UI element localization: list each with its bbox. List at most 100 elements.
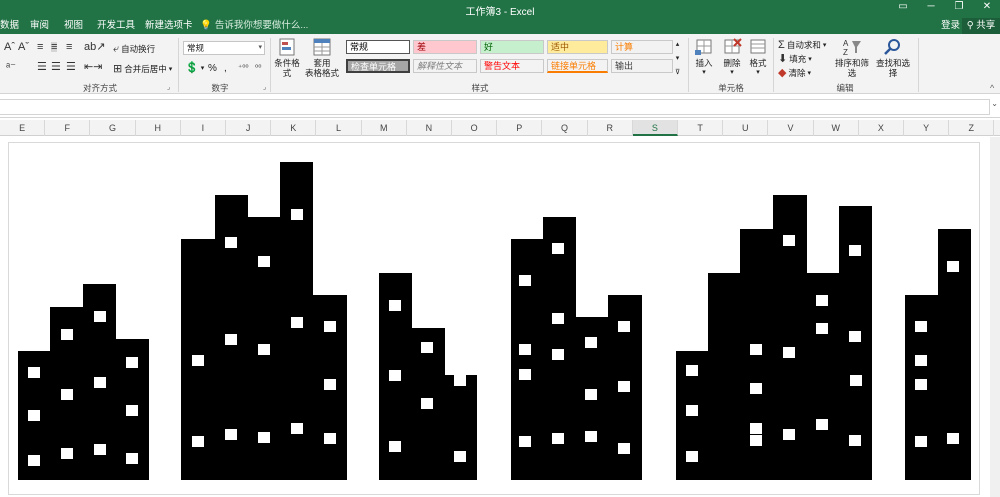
column-header-u[interactable]: U <box>723 120 769 136</box>
wrap-text-icon: ⤶ <box>113 43 120 55</box>
decrease-font-button[interactable]: Aˇ <box>18 42 29 53</box>
indent-button[interactable]: ⇤⇥ <box>84 62 102 73</box>
insert-button[interactable]: 插入 ▾ <box>692 38 716 78</box>
ribbon-display-options-icon[interactable]: ▭ <box>896 1 910 12</box>
cell-style-0[interactable]: 常规 <box>346 40 410 54</box>
close-icon[interactable]: ✕ <box>980 1 994 12</box>
editing-group-label: 编辑 <box>836 83 854 93</box>
chevron-down-icon: ▾ <box>168 66 173 73</box>
decrease-decimal-button[interactable]: ⁰⁰ <box>255 63 261 73</box>
find-select-button[interactable]: 查找和选择 <box>872 38 914 78</box>
column-header-f[interactable]: F <box>45 120 91 136</box>
share-button[interactable]: ⚲ 共享 <box>962 18 1000 34</box>
column-header-l[interactable]: L <box>316 120 362 136</box>
column-header-y[interactable]: Y <box>904 120 950 136</box>
conditional-format-button[interactable]: 条件格式 <box>272 38 302 78</box>
column-header-v[interactable]: V <box>768 120 814 136</box>
cell-style-3[interactable]: 适中 <box>547 40 608 54</box>
building-window <box>947 433 959 444</box>
column-header-q[interactable]: Q <box>542 120 588 136</box>
number-format-value: 常规 <box>187 43 205 53</box>
cell-style-9[interactable]: 输出 <box>611 59 673 73</box>
column-header-e[interactable]: E <box>0 120 46 136</box>
alignment-launcher-icon[interactable]: ⌟ <box>167 83 170 91</box>
cell-style-4[interactable]: 计算 <box>611 40 673 54</box>
column-header-o[interactable]: O <box>452 120 498 136</box>
autosum-button[interactable]: Σ 自动求和 ▾ <box>778 39 826 51</box>
column-header-z[interactable]: Z <box>949 120 995 136</box>
column-header-p[interactable]: P <box>497 120 543 136</box>
building-window <box>783 429 795 440</box>
tab-review[interactable]: 审阅 <box>30 18 49 34</box>
column-header-m[interactable]: M <box>362 120 407 136</box>
group-divider <box>178 38 179 92</box>
column-header-h[interactable]: H <box>136 120 181 136</box>
expand-formula-bar-icon[interactable]: ⌄ <box>991 99 998 108</box>
building-window <box>61 329 73 340</box>
increase-decimal-button[interactable]: ⁺⁰⁰ <box>238 63 249 73</box>
cell-style-7[interactable]: 警告文本 <box>480 59 544 73</box>
cell-style-2[interactable]: 好 <box>480 40 544 54</box>
align-left-button[interactable]: ☰ <box>37 62 47 73</box>
fill-down-icon: ⬇ <box>778 53 788 65</box>
tab-new[interactable]: 新建选项卡 <box>145 18 193 34</box>
gallery-scroll[interactable]: ▴ ▾ ⊽ <box>675 40 680 76</box>
cell-style-8[interactable]: 链接单元格 <box>547 59 608 73</box>
column-header-i[interactable]: I <box>181 120 226 136</box>
format-as-table-button[interactable]: 套用 表格格式 <box>305 38 339 78</box>
orientation-button[interactable]: ab↗ <box>84 42 105 53</box>
wrap-text-button[interactable]: ⤶ 自动换行 <box>113 43 155 55</box>
clear-button[interactable]: ◆ 清除 ▾ <box>778 67 811 79</box>
align-center-button[interactable]: ☰ <box>51 62 61 73</box>
building-window <box>389 370 401 381</box>
decimal-decrease-icon: ⁰⁰ <box>255 63 262 72</box>
accounting-format-button[interactable]: 💲 ▾ <box>185 63 205 74</box>
collapse-ribbon-icon[interactable]: ^ <box>990 83 994 93</box>
tell-me-box[interactable]: 💡 告诉我你想要做什么... <box>200 18 308 34</box>
restore-icon[interactable]: ❐ <box>952 1 966 12</box>
fill-button[interactable]: ⬇ 填充 ▾ <box>778 53 812 65</box>
number-launcher-icon[interactable]: ⌟ <box>263 83 266 91</box>
worksheet[interactable] <box>0 137 1000 497</box>
format-button[interactable]: 格式 ▾ <box>746 38 770 78</box>
formula-input[interactable] <box>0 99 990 115</box>
column-header-s[interactable]: S <box>632 120 678 136</box>
increase-font-button[interactable]: Aˆ <box>4 42 15 53</box>
building-window <box>126 453 138 464</box>
column-header-j[interactable]: J <box>226 120 272 136</box>
percent-button[interactable]: % <box>208 63 217 74</box>
login-link[interactable]: 登录 <box>941 18 960 34</box>
cell-style-1[interactable]: 差 <box>413 40 477 54</box>
chevron-down-icon: ▾ <box>200 65 205 72</box>
column-header-x[interactable]: X <box>859 120 904 136</box>
cell-style-5[interactable]: 检查单元格 <box>346 59 410 73</box>
comma-button[interactable]: , <box>224 63 227 74</box>
number-format-select[interactable]: 常规 ▾ <box>183 41 265 55</box>
conditional-format-label: 条件格式 <box>274 58 300 78</box>
tab-developer[interactable]: 开发工具 <box>97 18 135 34</box>
column-header-n[interactable]: N <box>407 120 452 136</box>
column-header-r[interactable]: R <box>588 120 633 136</box>
skyline-chart-area[interactable] <box>8 142 980 495</box>
align-right-button[interactable]: ☰ <box>66 62 76 73</box>
building-window <box>291 209 303 220</box>
cell-style-6[interactable]: 解释性文本 <box>413 59 477 73</box>
column-header-t[interactable]: T <box>678 120 724 136</box>
align-bottom-button[interactable]: ≡ <box>66 42 72 53</box>
sort-filter-button[interactable]: AZ 排序和筛选 <box>832 38 872 78</box>
tab-view[interactable]: 视图 <box>64 18 83 34</box>
building-window <box>552 243 564 254</box>
building-window <box>915 355 927 366</box>
building-window <box>519 344 531 355</box>
delete-button[interactable]: 删除 ▾ <box>720 38 744 78</box>
align-middle-button[interactable]: ≡ <box>51 42 58 53</box>
align-top-button[interactable]: ≡ <box>37 42 43 53</box>
vertical-scrollbar[interactable] <box>990 137 1000 497</box>
tab-data[interactable]: 数据 <box>0 18 19 34</box>
column-header-k[interactable]: K <box>271 120 317 136</box>
font-color-button[interactable]: ᵃ⁻ <box>6 62 16 73</box>
merge-center-button[interactable]: ⊞ 合并后居中 ▾ <box>113 63 172 75</box>
minimize-icon[interactable]: ─ <box>924 1 938 12</box>
column-header-g[interactable]: G <box>90 120 136 136</box>
column-header-w[interactable]: W <box>814 120 859 136</box>
